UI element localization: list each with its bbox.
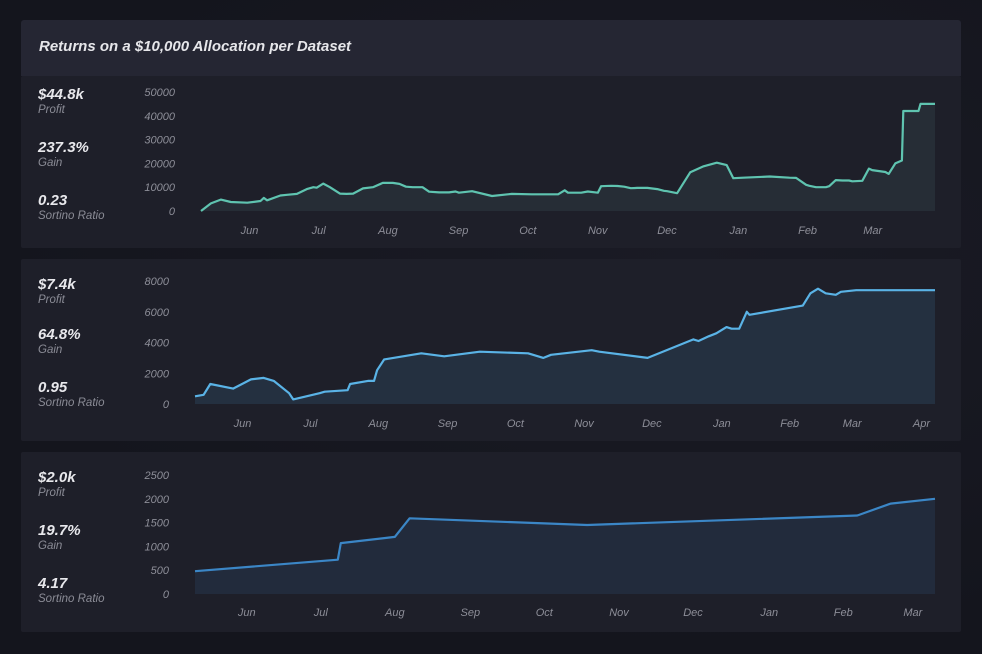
x-tick-label: Sep xyxy=(449,225,469,237)
y-tick-label: 2500 xyxy=(144,470,170,482)
x-tick-label: Jan xyxy=(759,607,778,619)
x-tick-label: Jun xyxy=(233,418,252,430)
y-tick-label: 6000 xyxy=(145,307,170,319)
x-tick-label: Dec xyxy=(683,607,703,619)
x-tick-label: Aug xyxy=(377,225,398,237)
x-tick-label: Oct xyxy=(507,418,525,430)
x-tick-label: Mar xyxy=(903,607,923,619)
x-tick-label: Oct xyxy=(519,225,537,237)
card-header: Returns on a $10,000 Allocation per Data… xyxy=(21,20,961,76)
x-tick-label: Oct xyxy=(536,607,554,619)
x-tick-label: Jun xyxy=(237,607,256,619)
x-tick-label: Dec xyxy=(657,225,677,237)
x-tick-label: Feb xyxy=(798,225,817,237)
x-tick-label: Aug xyxy=(368,418,389,430)
x-tick-label: Jun xyxy=(240,225,259,237)
x-tick-label: Feb xyxy=(780,418,799,430)
y-tick-label: 0 xyxy=(163,399,170,411)
y-tick-label: 1500 xyxy=(145,518,170,530)
x-tick-label: Jan xyxy=(728,225,747,237)
x-tick-label: Sep xyxy=(438,418,458,430)
y-tick-label: 2000 xyxy=(144,368,170,380)
x-tick-label: Nov xyxy=(588,225,609,237)
series-area xyxy=(195,498,935,594)
y-tick-label: 40000 xyxy=(144,111,175,123)
y-tick-label: 20000 xyxy=(143,158,175,170)
y-tick-label: 500 xyxy=(151,565,170,577)
x-tick-label: Jul xyxy=(313,607,329,619)
x-tick-label: Apr xyxy=(912,418,931,430)
x-tick-label: Mar xyxy=(863,225,883,237)
y-tick-label: 2000 xyxy=(144,494,170,506)
returns-chart-1[interactable]: 0 10000 20000 30000 40000 50000 Jun Jul Aug Sep Oc… xyxy=(21,76,961,248)
y-tick-label: 8000 xyxy=(145,276,170,288)
x-tick-label: Dec xyxy=(642,418,662,430)
x-tick-label: Sep xyxy=(460,607,480,619)
x-tick-label: Nov xyxy=(574,418,595,430)
x-tick-label: Jul xyxy=(311,225,327,237)
dataset-panel-2: $7.4k Profit 64.8% Gain 0.95 Sortino Rat… xyxy=(21,259,961,441)
series-area xyxy=(195,288,935,404)
y-tick-label: 50000 xyxy=(144,87,175,99)
y-tick-label: 10000 xyxy=(144,182,175,194)
x-tick-label: Feb xyxy=(834,607,853,619)
x-tick-label: Aug xyxy=(384,607,405,619)
dataset-panel-3: $2.0k Profit 19.7% Gain 4.17 Sortino Rat… xyxy=(21,452,961,632)
returns-chart-3[interactable]: 0 500 1000 1500 2000 2500 Jun Jul Aug Sep Oct Nov De… xyxy=(21,452,961,632)
x-tick-label: Jan xyxy=(712,418,731,430)
returns-chart-2[interactable]: 0 2000 4000 6000 8000 Jun Jul Aug Sep Oct Nov Dec Ja… xyxy=(21,259,961,441)
x-tick-label: Mar xyxy=(843,418,863,430)
page-title: Returns on a $10,000 Allocation per Data… xyxy=(39,38,352,55)
y-tick-label: 0 xyxy=(163,589,170,601)
x-tick-label: Nov xyxy=(609,607,630,619)
x-tick-label: Jul xyxy=(302,418,318,430)
series-area xyxy=(201,103,935,211)
y-tick-label: 1000 xyxy=(145,541,170,553)
y-tick-label: 30000 xyxy=(144,135,175,147)
y-tick-label: 4000 xyxy=(145,338,170,350)
y-tick-label: 0 xyxy=(169,206,176,218)
dataset-panel-1: $44.8k Profit 237.3% Gain 0.23 Sortino R… xyxy=(21,76,961,248)
